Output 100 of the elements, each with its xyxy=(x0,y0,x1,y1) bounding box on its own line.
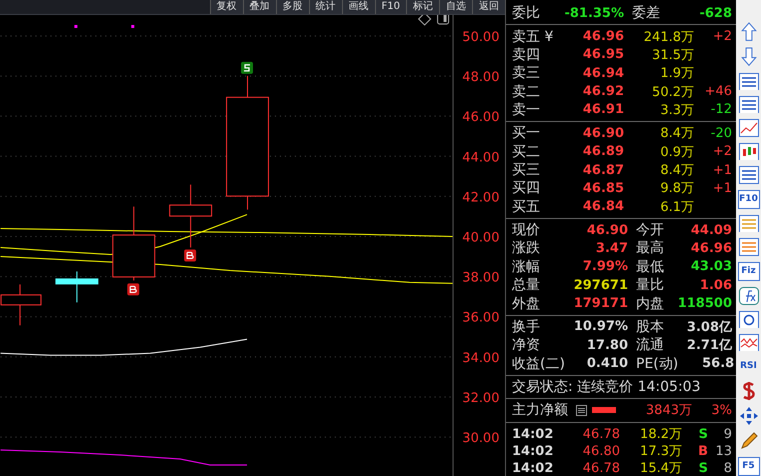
list-icon[interactable] xyxy=(576,404,587,416)
field-label: 总量 xyxy=(512,276,541,294)
toolbar-button[interactable]: 自选 xyxy=(439,0,472,14)
toolbar-button[interactable]: 画线 xyxy=(342,0,375,14)
field-label: 委差 xyxy=(631,4,661,22)
order-price: 46.92 xyxy=(582,84,624,100)
tick-volume: 18.2万 xyxy=(639,426,682,444)
toolbar-button[interactable]: 多股 xyxy=(276,0,309,14)
order-price: 46.85 xyxy=(582,180,624,196)
field-label: 委比 xyxy=(512,4,541,22)
order-volume: 3.3万 xyxy=(659,102,694,119)
axis-label: 30.00 xyxy=(462,431,500,446)
table-icon[interactable] xyxy=(738,166,758,184)
candlestick-icon[interactable] xyxy=(738,142,758,160)
field-value: 1.06 xyxy=(698,278,732,293)
order-level-label: 买二 xyxy=(512,142,541,161)
field-value: 297671 xyxy=(572,278,628,293)
field-label: 最低 xyxy=(635,258,665,276)
field-label: 股本 xyxy=(635,318,665,336)
axis-label: 44.00 xyxy=(462,150,500,166)
order-change: -20 xyxy=(710,126,732,141)
tick-time: 14:02 xyxy=(512,460,552,476)
field-label: 涨幅 xyxy=(512,258,541,276)
toolbar-button[interactable]: 统计 xyxy=(308,0,342,14)
field-value: 179171 xyxy=(572,296,628,312)
order-price: 46.96 xyxy=(582,29,624,44)
tick-price: 46.78 xyxy=(582,426,620,442)
field-value: 56.8 xyxy=(701,356,734,372)
field-value: 2.71亿 xyxy=(686,337,732,354)
pencil-icon[interactable] xyxy=(738,431,758,451)
field-label: PE(动) xyxy=(635,354,678,373)
function-key-icon[interactable]: Fiz xyxy=(738,262,760,282)
order-change: +1 xyxy=(712,162,732,178)
flow-bar xyxy=(592,407,616,414)
dollar-icon[interactable] xyxy=(742,380,756,400)
field-value: 46.96 xyxy=(690,240,732,256)
toolbar-button[interactable]: 复权 xyxy=(210,0,243,14)
toolbar-button[interactable]: 返回 xyxy=(472,0,505,14)
field-value: -628 xyxy=(698,6,732,21)
move-arrows-icon[interactable] xyxy=(738,406,758,426)
order-price: 46.84 xyxy=(582,199,624,214)
tick-side: B xyxy=(697,444,708,459)
tick-count: 13 xyxy=(714,444,732,459)
sell-signal-icon xyxy=(241,62,253,74)
field-value: 43.03 xyxy=(690,259,732,274)
axis-label: 40.00 xyxy=(462,230,500,246)
field-label: 收益(二) xyxy=(512,354,566,373)
tick-volume: 17.3万 xyxy=(639,443,682,460)
field-value: 3.08亿 xyxy=(686,318,732,336)
order-change: -12 xyxy=(710,102,732,118)
order-volume: 8.4万 xyxy=(659,125,694,142)
diamond-icon[interactable] xyxy=(418,15,432,26)
order-volume: 50.2万 xyxy=(651,84,694,101)
tick-count: 8 xyxy=(722,460,732,476)
toolbar-button[interactable]: F10 xyxy=(374,0,406,14)
table-icon[interactable] xyxy=(738,214,758,232)
flow-percent: 3% xyxy=(710,402,732,418)
order-level-label: 买一 xyxy=(512,124,541,142)
tick-count: 9 xyxy=(722,426,732,442)
up-arrow-icon[interactable] xyxy=(740,22,756,42)
order-price: 46.87 xyxy=(582,162,624,178)
field-value: 0.410 xyxy=(586,356,628,372)
indicator-icon[interactable]: RSI xyxy=(738,357,758,375)
function-key-icon[interactable]: F5 xyxy=(738,456,760,476)
table-icon[interactable] xyxy=(738,238,758,256)
axis-label: 38.00 xyxy=(462,270,500,286)
field-label: 外盘 xyxy=(512,294,541,313)
tick-time: 14:02 xyxy=(512,444,552,459)
order-level-label: 买五 xyxy=(512,198,541,216)
order-level-label: 买四 xyxy=(512,179,541,198)
wave-chart-icon[interactable] xyxy=(738,334,758,352)
tick-side: S xyxy=(698,426,708,442)
down-arrow-icon[interactable] xyxy=(740,47,756,67)
field-label: 净资 xyxy=(512,336,541,354)
field-value: 3.47 xyxy=(594,240,628,256)
table-icon[interactable] xyxy=(738,96,758,114)
field-value: 17.80 xyxy=(586,338,628,353)
function-icon[interactable] xyxy=(738,287,758,305)
table-icon[interactable] xyxy=(738,72,758,90)
order-volume: 241.8万 xyxy=(642,28,694,46)
field-label: 量比 xyxy=(635,276,665,294)
order-price: 46.91 xyxy=(582,102,624,118)
field-label: 今开 xyxy=(635,221,665,240)
field-label: 最高 xyxy=(635,239,665,258)
toolbar-button[interactable]: 叠加 xyxy=(242,0,276,14)
order-level-label: 卖二 xyxy=(512,82,541,101)
toolbar-button[interactable]: 标记 xyxy=(406,0,439,14)
flow-amount: 3843万 xyxy=(644,402,692,420)
order-change: +1 xyxy=(712,180,732,196)
field-label: 内盘 xyxy=(635,294,665,313)
order-change: +2 xyxy=(712,144,732,160)
axis-label: 48.00 xyxy=(462,70,500,86)
panel-toggle-icon[interactable] xyxy=(437,15,450,24)
order-level-label: 卖一 xyxy=(512,100,541,119)
field-value: 118500 xyxy=(676,296,732,312)
line-chart-icon[interactable] xyxy=(738,119,758,137)
function-key-icon[interactable]: F10 xyxy=(738,190,760,209)
field-value: -81.35% xyxy=(563,6,624,21)
order-price: 46.94 xyxy=(582,66,624,81)
order-level-label: 卖三 xyxy=(512,64,541,82)
